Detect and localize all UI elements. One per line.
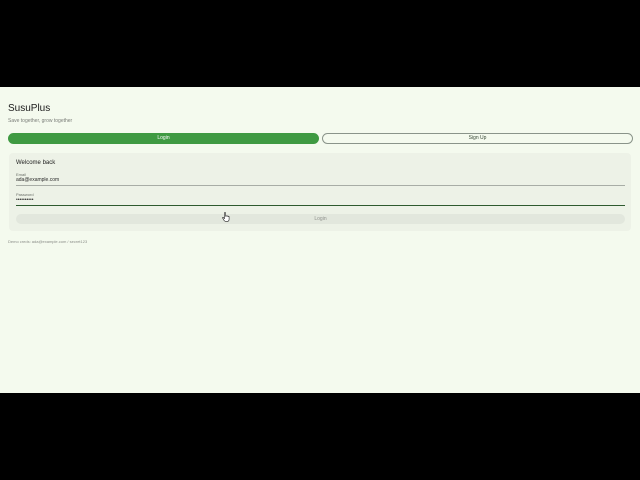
card-title: Welcome back [16, 160, 56, 166]
demo-credentials-hint: Demo creds: ada@example.com / secret123 [8, 239, 88, 244]
app-title: SusuPlus [8, 103, 51, 114]
login-submit-button[interactable]: Login [16, 214, 625, 224]
hand-pointer-icon [222, 212, 230, 222]
password-value[interactable]: •••••••••• [16, 197, 34, 203]
login-tab-button[interactable]: Login [8, 133, 319, 144]
app-screen: SusuPlus Save together, grow together Lo… [0, 87, 640, 393]
login-card: Welcome back Email ada@example.com Passw… [9, 153, 631, 231]
password-field[interactable]: Password •••••••••• [16, 192, 625, 206]
signup-tab-button[interactable]: Sign Up [322, 133, 633, 144]
email-value[interactable]: ada@example.com [16, 177, 59, 183]
email-field[interactable]: Email ada@example.com [16, 172, 625, 186]
app-subtitle: Save together, grow together [8, 118, 73, 124]
